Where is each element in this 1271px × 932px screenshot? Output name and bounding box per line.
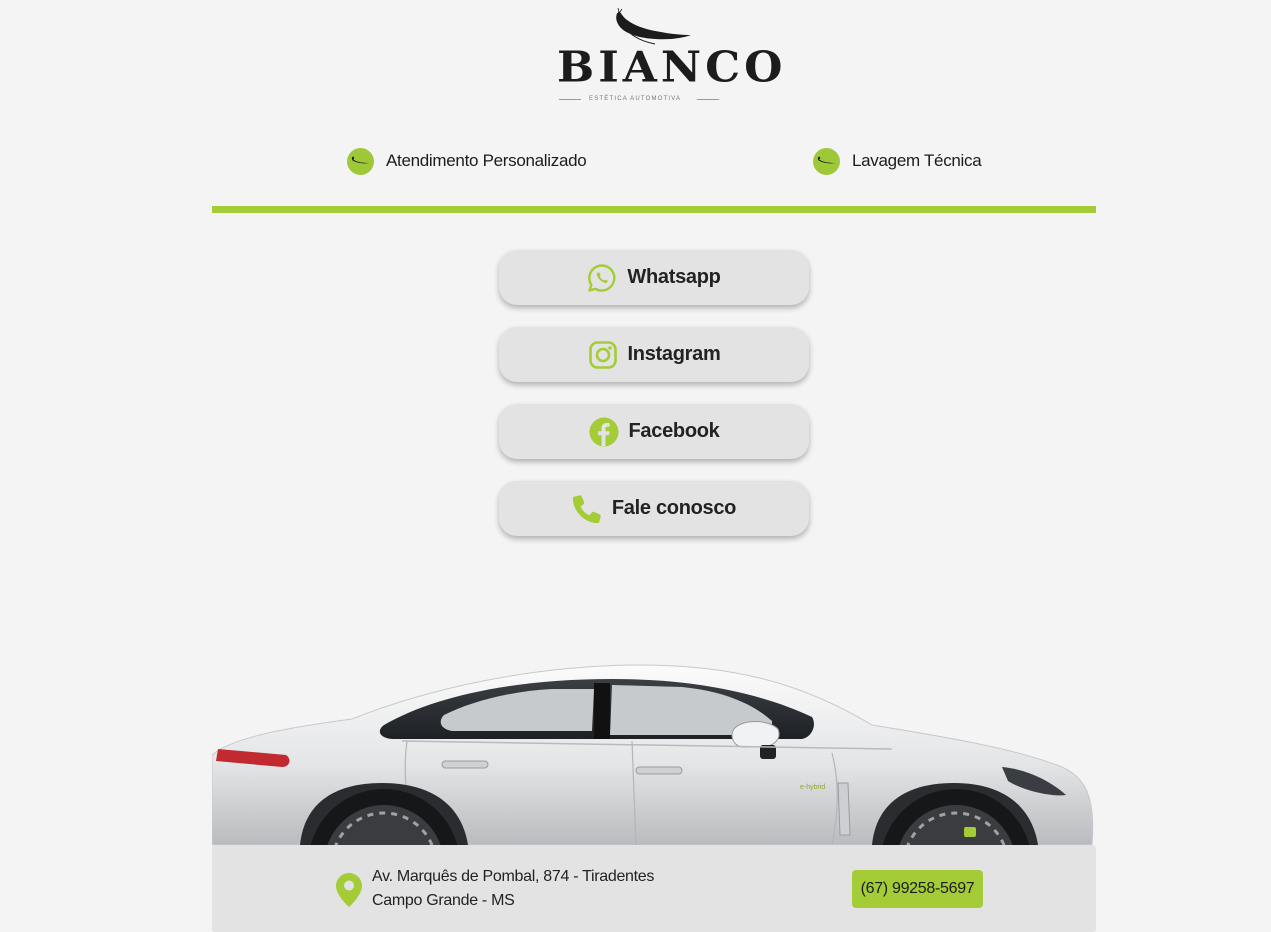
phone-icon	[572, 494, 602, 524]
instagram-label: Instagram	[627, 343, 721, 365]
facebook-icon	[588, 416, 619, 447]
brand-logo: BIANCO ESTÉTICA AUTOMOTIVA	[555, 8, 782, 108]
whatsapp-icon	[587, 263, 617, 293]
footer: Av. Marquês de Pombal, 874 - Tiradentes …	[212, 845, 1096, 932]
address-line-1: Av. Marquês de Pombal, 874 - Tiradentes	[372, 868, 655, 885]
logo-divider-left	[559, 99, 581, 100]
location-pin-icon	[335, 872, 363, 908]
address: Av. Marquês de Pombal, 874 - Tiradentes …	[372, 865, 654, 913]
instagram-button[interactable]: Instagram	[499, 327, 809, 382]
phone-number-button[interactable]: (67) 99258-5697	[852, 870, 983, 908]
section-divider	[212, 206, 1096, 213]
peacock-badge-icon	[813, 147, 840, 175]
car-image: e-hybrid	[212, 655, 1096, 845]
contact-label: Fale conosco	[611, 497, 737, 519]
brand-wordmark: BIANCO	[557, 43, 787, 92]
whatsapp-label: Whatsapp	[627, 266, 721, 288]
feature-label: Lavagem Técnica	[852, 151, 982, 170]
facebook-label: Facebook	[628, 420, 720, 442]
contact-button[interactable]: Fale conosco	[499, 481, 809, 536]
whatsapp-button[interactable]: Whatsapp	[499, 250, 809, 305]
logo-divider-right	[697, 99, 719, 100]
brand-tagline: ESTÉTICA AUTOMOTIVA	[589, 96, 682, 102]
peacock-badge-icon	[347, 147, 374, 175]
svg-text:e-hybrid: e-hybrid	[800, 784, 825, 791]
address-line-2: Campo Grande - MS	[372, 892, 515, 909]
instagram-icon	[588, 340, 618, 370]
feature-lavagem: Lavagem Técnica	[813, 146, 982, 176]
feature-label: Atendimento Personalizado	[386, 151, 587, 170]
facebook-button[interactable]: Facebook	[499, 404, 809, 459]
feature-atendimento: Atendimento Personalizado	[347, 146, 587, 176]
